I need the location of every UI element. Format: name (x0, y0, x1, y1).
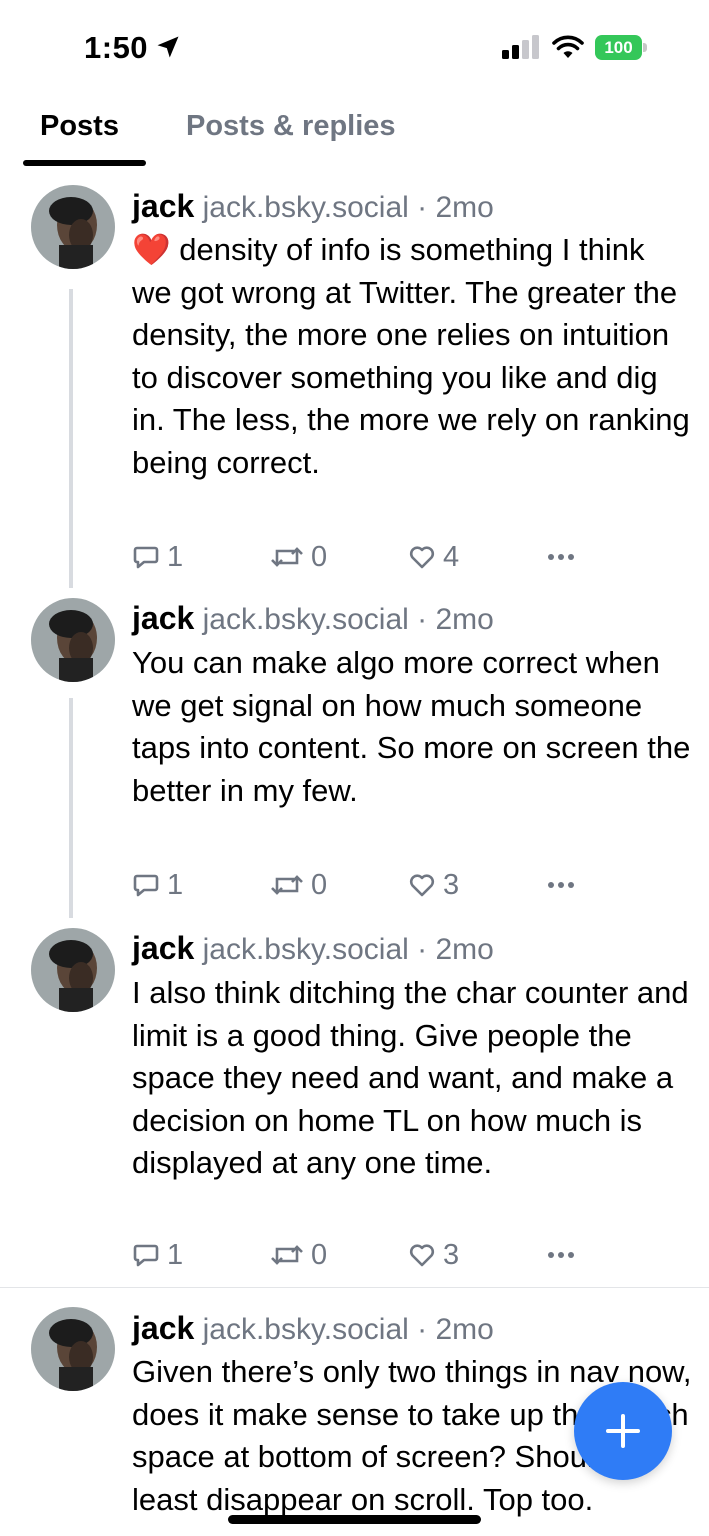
wifi-icon (552, 35, 584, 58)
repost-icon (271, 1245, 303, 1265)
author-name[interactable]: jack (132, 930, 194, 966)
battery-level: 100 (595, 35, 642, 60)
battery-cap (643, 43, 647, 52)
active-tab-indicator (23, 160, 146, 166)
more-icon (548, 554, 574, 560)
thread-line (69, 698, 73, 918)
avatar-photo (31, 598, 115, 682)
post-3[interactable]: jack jack.bsky.social · 2mo I also think… (0, 918, 709, 1288)
post-text: You can make algo more correct when we g… (132, 645, 691, 808)
author-name[interactable]: jack (132, 1310, 194, 1346)
tab-posts-and-replies[interactable]: Posts & replies (186, 110, 396, 143)
avatar[interactable] (31, 1307, 115, 1391)
avatar-photo (31, 928, 115, 1012)
like-icon (409, 546, 435, 569)
reply-button[interactable]: 1 (132, 1237, 183, 1273)
post-text: I also think ditching the char counter a… (132, 975, 689, 1180)
avatar[interactable] (31, 598, 115, 682)
reply-button[interactable]: 1 (132, 867, 183, 903)
profile-tabs: Posts Posts & replies (0, 96, 709, 168)
profile-screen: 1:50 100 Posts Posts & replies jack jack… (0, 0, 709, 1536)
like-button[interactable]: 4 (408, 539, 459, 575)
post-actions: 1 0 3 (132, 1237, 592, 1273)
post-header: jack jack.bsky.social · 2mo (132, 600, 494, 637)
repost-count: 0 (311, 868, 328, 901)
post-actions: 1 0 4 (132, 539, 592, 575)
post-1[interactable]: jack jack.bsky.social · 2mo ❤️ density o… (0, 168, 709, 588)
more-options-button[interactable] (546, 867, 583, 903)
repost-count: 0 (311, 540, 328, 573)
tab-posts[interactable]: Posts (40, 110, 119, 143)
more-icon (548, 1252, 574, 1258)
like-count: 4 (443, 540, 460, 573)
author-handle-time: jack.bsky.social · 2mo (202, 1313, 494, 1346)
post-2[interactable]: jack jack.bsky.social · 2mo You can make… (0, 588, 709, 918)
more-options-button[interactable] (546, 539, 583, 575)
post-header: jack jack.bsky.social · 2mo (132, 188, 494, 225)
author-name[interactable]: jack (132, 600, 194, 636)
author-handle-time: jack.bsky.social · 2mo (202, 603, 494, 636)
post-body: density of info is something I think we … (132, 232, 690, 480)
reply-icon (133, 546, 159, 569)
reply-count: 1 (167, 1238, 184, 1271)
reply-icon (133, 874, 159, 897)
like-button[interactable]: 3 (408, 867, 459, 903)
repost-button[interactable]: 0 (270, 867, 327, 903)
repost-count: 0 (311, 1238, 328, 1271)
reply-count: 1 (167, 540, 184, 573)
like-count: 3 (443, 868, 460, 901)
repost-icon (271, 875, 303, 895)
like-icon (409, 1244, 435, 1267)
home-indicator[interactable] (228, 1515, 481, 1524)
author-name[interactable]: jack (132, 188, 194, 224)
compose-button[interactable] (574, 1382, 672, 1480)
like-button[interactable]: 3 (408, 1237, 459, 1273)
thread-line (69, 289, 73, 588)
repost-icon (271, 547, 303, 567)
status-bar: 1:50 100 (0, 0, 709, 96)
location-arrow-icon (157, 36, 179, 58)
signal-icon (502, 35, 539, 59)
author-handle-time: jack.bsky.social · 2mo (202, 933, 494, 966)
author-handle-time: jack.bsky.social · 2mo (202, 191, 494, 224)
battery-indicator: 100 (595, 35, 647, 60)
post-actions: 1 0 3 (132, 867, 592, 903)
avatar[interactable] (31, 928, 115, 1012)
avatar-photo (31, 185, 115, 269)
more-icon (548, 882, 574, 888)
like-count: 3 (443, 1238, 460, 1271)
avatar-photo (31, 1307, 115, 1391)
repost-button[interactable]: 0 (270, 539, 327, 575)
status-time: 1:50 (84, 30, 149, 65)
reply-icon (133, 1244, 159, 1267)
post-text: ❤️ density of info is something I think … (132, 229, 692, 484)
plus-icon (606, 1414, 640, 1448)
heart-emoji: ❤️ (132, 232, 171, 267)
avatar[interactable] (31, 185, 115, 269)
more-options-button[interactable] (546, 1237, 583, 1273)
post-header: jack jack.bsky.social · 2mo (132, 1310, 494, 1347)
reply-button[interactable]: 1 (132, 539, 183, 575)
repost-button[interactable]: 0 (270, 1237, 327, 1273)
post-header: jack jack.bsky.social · 2mo (132, 930, 494, 967)
reply-count: 1 (167, 868, 184, 901)
like-icon (409, 874, 435, 897)
